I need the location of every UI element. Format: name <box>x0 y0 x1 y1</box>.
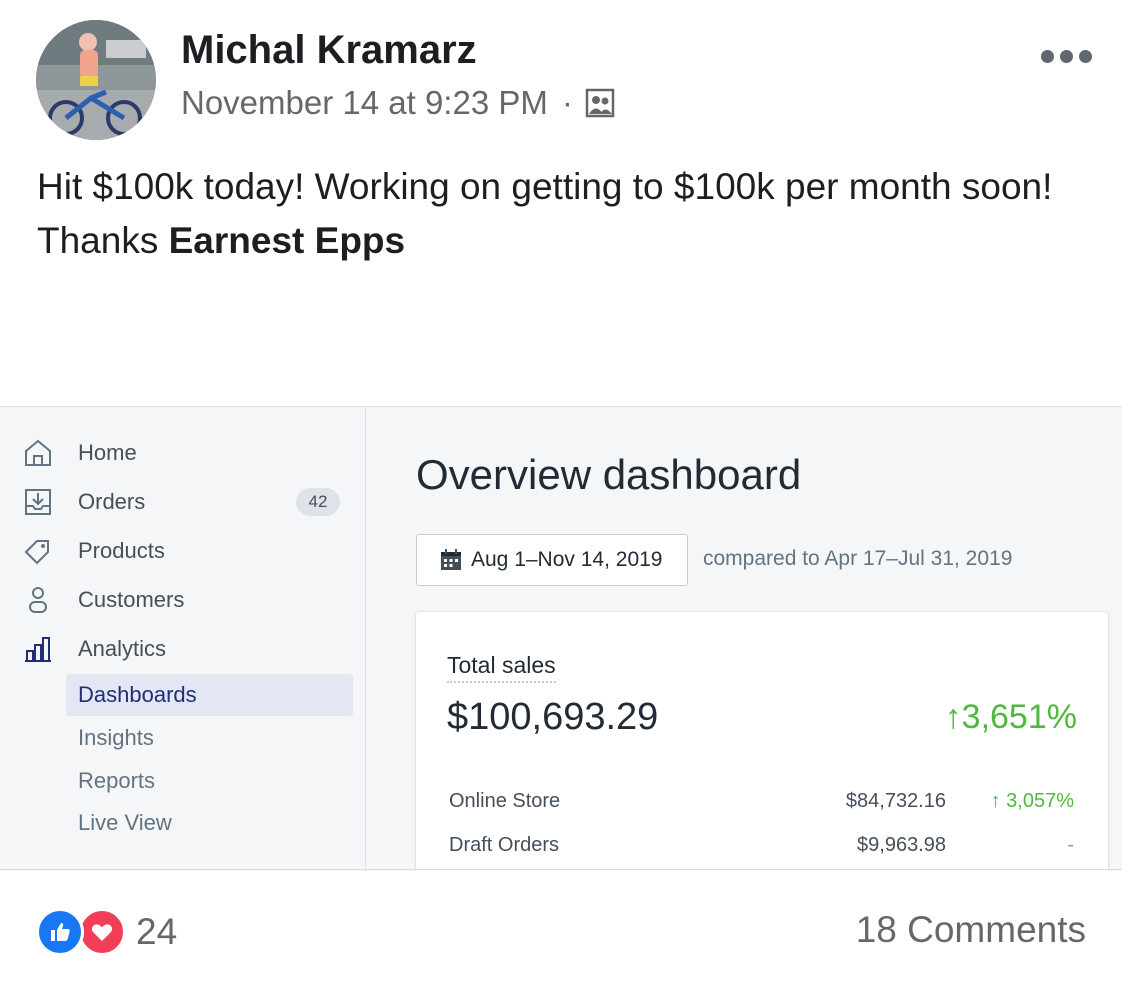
sidebar-sublabel: Reports <box>78 768 156 793</box>
card-title: Total sales <box>447 652 556 683</box>
avatar-photo <box>36 20 156 140</box>
arrow-up-icon: ↑ <box>944 698 962 736</box>
row-amount: $84,732.16 <box>845 790 946 812</box>
orders-icon <box>20 485 56 519</box>
more-dot <box>1079 50 1092 63</box>
more-options-button[interactable] <box>1041 50 1092 63</box>
mention-link[interactable]: Earnest Epps <box>169 220 405 261</box>
row-change-value: - <box>1067 834 1074 856</box>
sidebar-item-customers: Customers <box>0 578 365 622</box>
dashboard-main: Overview dashboard Aug 1–Nov 14, 2019 co… <box>366 407 1122 871</box>
dashboard-title: Overview dashboard <box>416 451 802 498</box>
more-dot <box>1060 50 1073 63</box>
date-range-label: Aug 1–Nov 14, 2019 <box>471 548 663 571</box>
sidebar-subitem-dashboards: Dashboards <box>66 674 353 716</box>
sidebar-label: Orders <box>78 489 146 514</box>
sales-row-draft-orders: Draft Orders $9,963.98 - <box>449 834 1074 864</box>
sidebar-label: Home <box>78 440 137 465</box>
orders-count-badge: 42 <box>296 488 340 516</box>
person-icon <box>20 583 56 617</box>
sidebar-sublabel: Dashboards <box>78 682 197 707</box>
row-name: Draft Orders <box>449 834 560 856</box>
tag-icon <box>20 534 56 568</box>
dashboard-sidebar: Home Orders 42 Products Customers Analyt… <box>0 407 366 871</box>
sidebar-label: Products <box>78 538 165 563</box>
sidebar-sublabel: Insights <box>78 725 154 750</box>
sidebar-subitem-live-view: Live View <box>66 802 353 844</box>
arrow-up-icon: ↑ <box>990 790 1007 812</box>
sidebar-item-products: Products <box>0 529 365 573</box>
calendar-icon <box>439 548 463 572</box>
sidebar-item-analytics: Analytics <box>0 627 365 671</box>
sidebar-subitem-reports: Reports <box>66 760 353 802</box>
comments-link[interactable]: 18 Comments <box>856 909 1086 951</box>
sidebar-subitem-insights: Insights <box>66 717 353 759</box>
bar-chart-icon <box>20 632 56 666</box>
friends-icon[interactable] <box>585 88 615 118</box>
change-value: 3,651% <box>961 698 1077 736</box>
post-timestamp[interactable]: November 14 at 9:23 PM <box>181 84 548 122</box>
row-amount: $9,963.98 <box>857 834 946 856</box>
date-range-button: Aug 1–Nov 14, 2019 <box>416 534 688 586</box>
sales-row-online-store: Online Store $84,732.16 ↑ 3,057% <box>449 790 1074 820</box>
post-meta: November 14 at 9:23 PM · <box>181 84 615 122</box>
reaction-count: 24 <box>136 911 178 952</box>
sidebar-label: Analytics <box>78 636 167 661</box>
more-dot <box>1041 50 1054 63</box>
author-avatar[interactable] <box>36 20 156 140</box>
reactions-summary[interactable]: 24 <box>36 906 177 958</box>
love-icon <box>78 908 126 956</box>
meta-separator: · <box>561 84 573 121</box>
author-name[interactable]: Michal Kramarz <box>181 28 477 73</box>
attached-image[interactable]: Home Orders 42 Products Customers Analyt… <box>0 406 1122 871</box>
footer-divider <box>0 869 1122 870</box>
sidebar-label: Customers <box>78 587 185 612</box>
like-icon <box>36 908 84 956</box>
total-sales-card: Total sales $100,693.29 ↑3,651% Online S… <box>416 612 1108 871</box>
row-change-value: 3,057% <box>1006 790 1074 812</box>
home-icon <box>20 436 56 470</box>
compare-period: compared to Apr 17–Jul 31, 2019 <box>703 547 1013 570</box>
post-text: Hit $100k today! Working on getting to $… <box>37 160 1097 268</box>
sidebar-item-orders: Orders 42 <box>0 480 365 524</box>
row-name: Online Store <box>449 790 561 812</box>
total-sales-value: $100,693.29 <box>447 696 659 738</box>
total-sales-change: ↑3,651% <box>945 698 1077 737</box>
row-change: ↑ 3,057% <box>991 790 1074 813</box>
sidebar-sublabel: Live View <box>78 810 172 835</box>
sidebar-item-home: Home <box>0 431 365 475</box>
